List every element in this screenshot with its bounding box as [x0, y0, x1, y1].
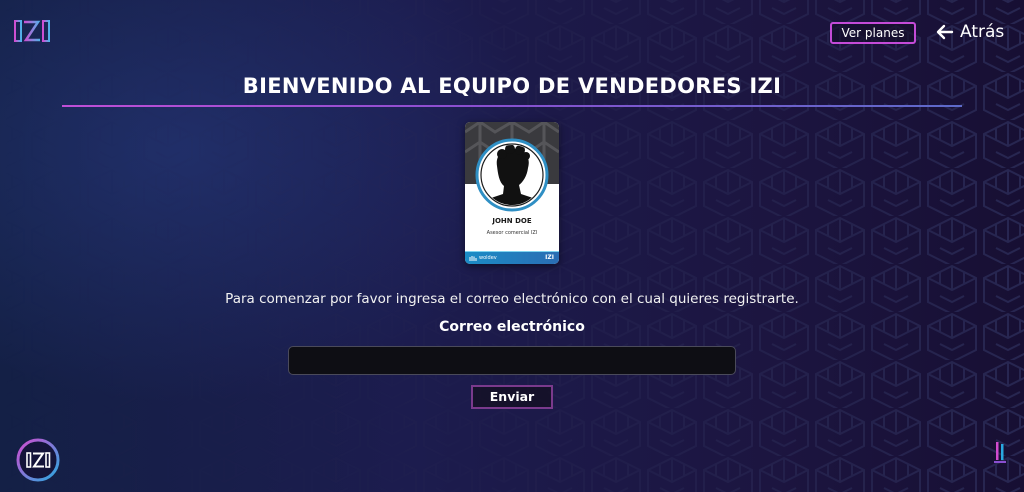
seller-id-card: JOHN DOE Asesor comercial IZI woldev IZI — [465, 122, 559, 264]
back-link[interactable]: Atrás — [936, 20, 1004, 44]
send-button[interactable]: Enviar — [471, 385, 553, 409]
card-name: JOHN DOE — [492, 217, 532, 225]
card-footer-brand: woldev — [479, 255, 497, 261]
instructions-text: Para comenzar por favor ingresa el corre… — [225, 291, 799, 307]
email-label: Correo electrónico — [439, 319, 585, 335]
izi-logo-icon[interactable] — [14, 20, 52, 42]
page-title: BIENVENIDO AL EQUIPO DE VENDEDORES IZI — [242, 74, 782, 98]
back-label: Atrás — [960, 22, 1005, 42]
card-role: Asesor comercial IZI — [486, 230, 538, 236]
arrow-left-icon — [936, 24, 954, 40]
izi-badge-icon[interactable] — [16, 438, 60, 482]
view-plans-button[interactable]: Ver planes — [830, 22, 916, 44]
card-footer: woldev IZI — [465, 251, 559, 264]
card-footer-logo: IZI — [545, 254, 554, 261]
email-input[interactable] — [288, 346, 736, 375]
brand-mark-icon — [994, 442, 1006, 463]
hand-icon — [469, 256, 477, 261]
avatar-silhouette-icon — [475, 138, 549, 212]
title-divider — [62, 105, 962, 107]
